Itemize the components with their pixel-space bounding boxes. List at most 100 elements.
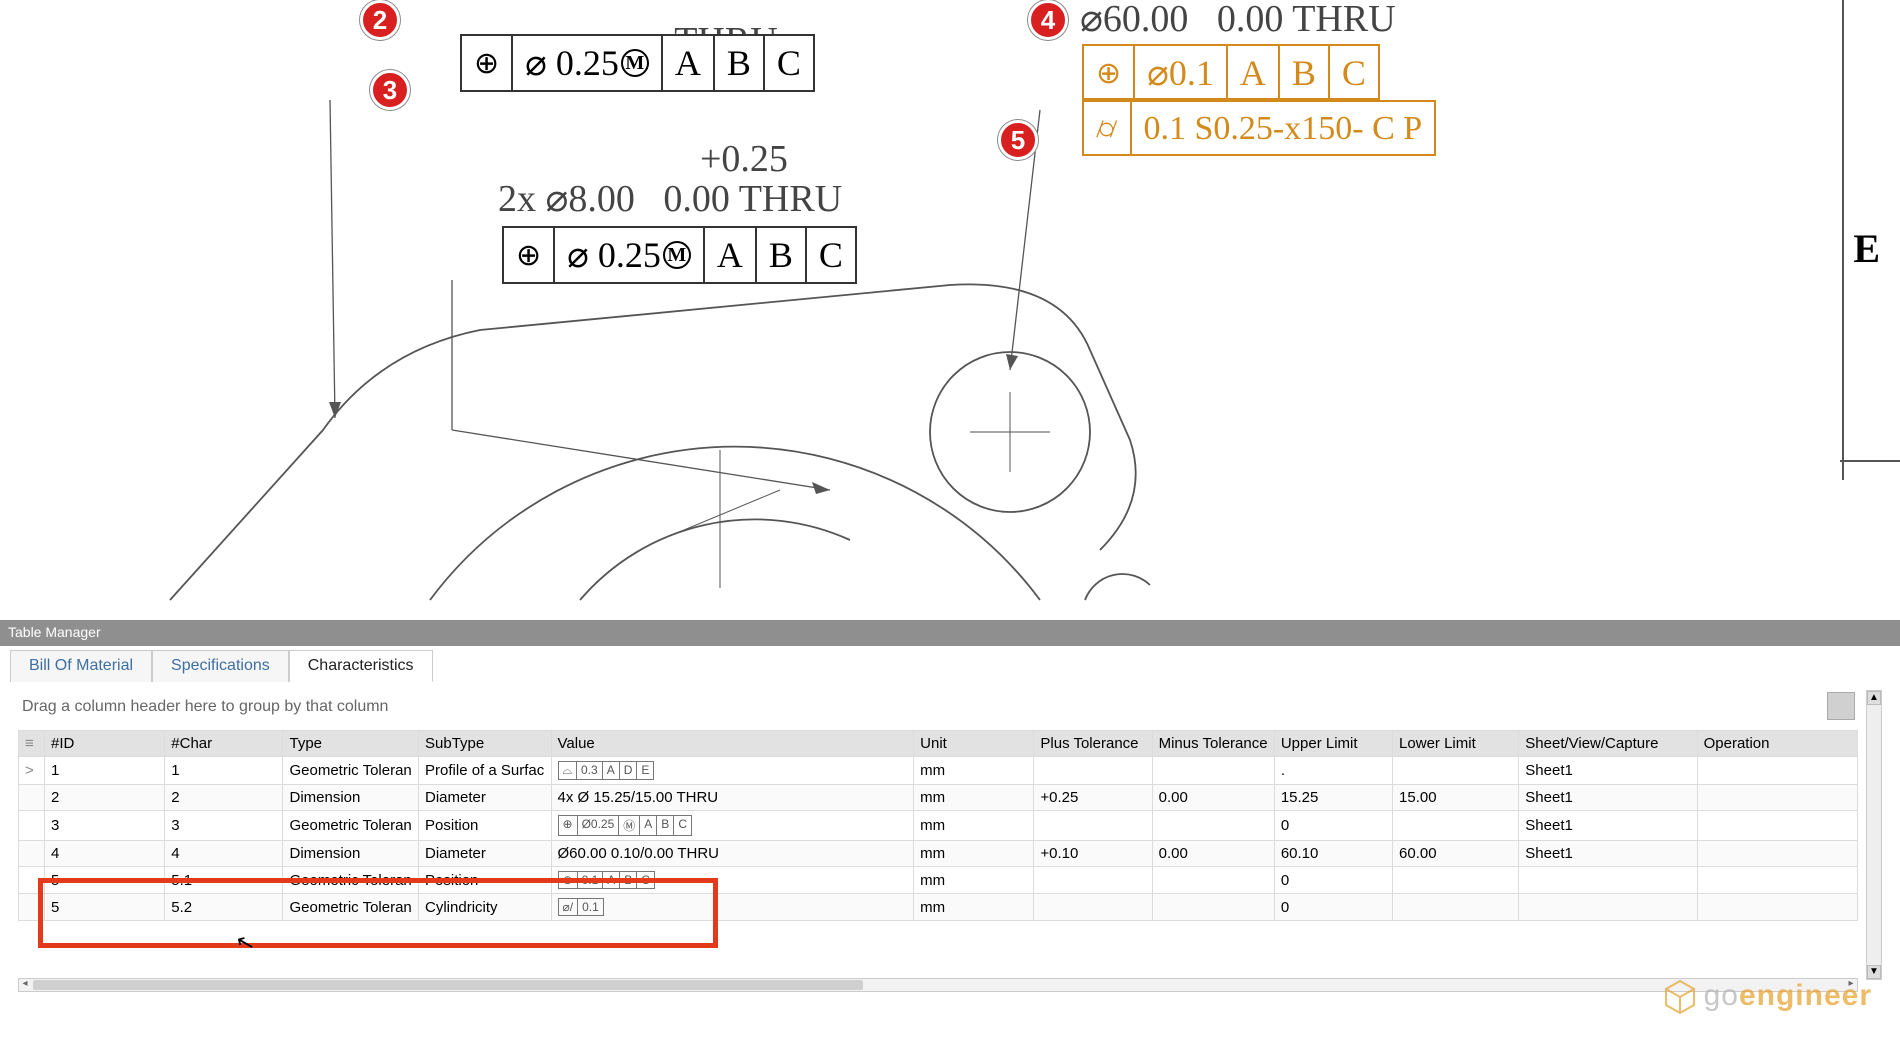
tab-specs[interactable]: Specifications <box>152 650 289 682</box>
table-cell[interactable]: 0 <box>1274 811 1392 841</box>
table-cell[interactable]: Sheet1 <box>1519 841 1697 867</box>
table-cell[interactable] <box>1393 867 1519 894</box>
table-cell[interactable]: Cylindricity <box>419 894 551 921</box>
table-cell[interactable]: mm <box>914 867 1034 894</box>
table-cell[interactable]: 60.10 <box>1274 841 1392 867</box>
table-cell[interactable]: Geometric Toleran <box>283 867 419 894</box>
drawing-canvas[interactable]: E 4x ⌀ 15.00 THRU +0.25 2x ⌀8.00 0.00 TH… <box>0 0 1900 620</box>
balloon-3[interactable]: 3 <box>370 70 410 110</box>
table-cell[interactable]: +0.10 <box>1034 841 1152 867</box>
table-cell[interactable]: Diameter <box>419 785 551 811</box>
table-cell[interactable] <box>1034 867 1152 894</box>
table-cell[interactable]: 2 <box>165 785 283 811</box>
group-by-hint[interactable]: Drag a column header here to group by th… <box>22 698 388 716</box>
col-subtype[interactable]: SubType <box>419 731 551 757</box>
table-row[interactable]: 33Geometric ToleranPosition⊕Ø0.25ⓂABCmm0… <box>19 811 1858 841</box>
row-selector-header[interactable]: ≡ <box>19 731 45 757</box>
fcf-60-position[interactable]: ⊕ ⌀0.1 A B C <box>1082 44 1380 100</box>
table-cell[interactable]: 1 <box>165 757 283 785</box>
table-cell[interactable] <box>1697 785 1857 811</box>
fcf-4x-position[interactable]: ⊕ ⌀ 0.25M A B C <box>460 34 815 92</box>
table-cell[interactable] <box>19 841 45 867</box>
table-row[interactable]: 44DimensionDiameterØ60.00 0.10/0.00 THRU… <box>19 841 1858 867</box>
table-cell[interactable]: 4x Ø 15.25/15.00 THRU <box>551 785 914 811</box>
table-cell[interactable] <box>1697 811 1857 841</box>
scroll-thumb[interactable] <box>33 980 863 990</box>
table-cell[interactable] <box>19 867 45 894</box>
table-scrollbar-horizontal[interactable]: ◂ ▸ <box>18 978 1858 992</box>
table-cell[interactable] <box>1393 811 1519 841</box>
table-cell[interactable]: > <box>19 757 45 785</box>
col-sheet[interactable]: Sheet/View/Capture <box>1519 731 1697 757</box>
table-cell[interactable]: 15.00 <box>1393 785 1519 811</box>
table-cell[interactable]: 0.00 <box>1152 785 1274 811</box>
table-cell[interactable]: 4 <box>165 841 283 867</box>
scroll-left-icon[interactable]: ◂ <box>19 979 31 991</box>
balloon-4[interactable]: 4 <box>1028 0 1068 40</box>
col-unit[interactable]: Unit <box>914 731 1034 757</box>
col-type[interactable]: Type <box>283 731 419 757</box>
table-cell[interactable] <box>1034 757 1152 785</box>
column-chooser-icon[interactable] <box>1827 692 1855 720</box>
table-cell[interactable] <box>19 811 45 841</box>
table-cell[interactable]: 60.00 <box>1393 841 1519 867</box>
table-cell[interactable]: +0.25 <box>1034 785 1152 811</box>
fcf-60-cylindricity[interactable]: ⌭ 0.1 S0.25-x150- C P <box>1082 100 1436 156</box>
table-cell[interactable] <box>1519 894 1697 921</box>
scroll-down-icon[interactable]: ▼ <box>1867 965 1881 979</box>
table-cell[interactable]: Geometric Toleran <box>283 811 419 841</box>
table-cell[interactable]: Geometric Toleran <box>283 757 419 785</box>
table-cell[interactable]: 3 <box>45 811 165 841</box>
col-value[interactable]: Value <box>551 731 914 757</box>
table-cell[interactable]: 5 <box>45 894 165 921</box>
balloon-2[interactable]: 2 <box>360 0 400 40</box>
table-cell[interactable]: 4 <box>45 841 165 867</box>
table-cell[interactable]: Ø60.00 0.10/0.00 THRU <box>551 841 914 867</box>
table-cell[interactable]: . <box>1274 757 1392 785</box>
table-cell[interactable]: Sheet1 <box>1519 811 1697 841</box>
table-cell[interactable]: 1 <box>45 757 165 785</box>
table-cell[interactable]: Position <box>419 811 551 841</box>
table-cell[interactable]: Profile of a Surfac <box>419 757 551 785</box>
col-lower[interactable]: Lower Limit <box>1393 731 1519 757</box>
table-row[interactable]: >11Geometric ToleranProfile of a Surfac⌓… <box>19 757 1858 785</box>
table-cell[interactable]: Geometric Toleran <box>283 894 419 921</box>
table-cell[interactable] <box>1034 894 1152 921</box>
table-cell[interactable]: Dimension <box>283 841 419 867</box>
panel-titlebar[interactable]: Table Manager <box>0 620 1900 646</box>
table-cell[interactable] <box>19 894 45 921</box>
table-cell[interactable]: Sheet1 <box>1519 757 1697 785</box>
table-cell[interactable] <box>1034 811 1152 841</box>
col-id[interactable]: #ID <box>45 731 165 757</box>
table-cell[interactable]: 2 <box>45 785 165 811</box>
table-cell[interactable] <box>1152 757 1274 785</box>
table-cell[interactable]: Position <box>419 867 551 894</box>
table-cell[interactable]: 15.25 <box>1274 785 1392 811</box>
table-cell[interactable] <box>19 785 45 811</box>
col-op[interactable]: Operation <box>1697 731 1857 757</box>
table-cell[interactable]: mm <box>914 757 1034 785</box>
table-cell[interactable]: ⌀/0.1 <box>551 894 914 921</box>
table-cell[interactable] <box>1697 867 1857 894</box>
table-cell[interactable]: 5 <box>45 867 165 894</box>
table-cell[interactable]: Dimension <box>283 785 419 811</box>
col-plus[interactable]: Plus Tolerance <box>1034 731 1152 757</box>
table-cell[interactable]: 3 <box>165 811 283 841</box>
table-cell[interactable]: Diameter <box>419 841 551 867</box>
col-upper[interactable]: Upper Limit <box>1274 731 1392 757</box>
table-cell[interactable] <box>1697 757 1857 785</box>
table-cell[interactable] <box>1152 894 1274 921</box>
fcf-2x-position[interactable]: ⊕ ⌀ 0.25M A B C <box>502 226 857 284</box>
table-cell[interactable]: ⊕Ø0.25ⓂABC <box>551 811 914 841</box>
table-cell[interactable]: mm <box>914 811 1034 841</box>
table-cell[interactable]: Sheet1 <box>1519 785 1697 811</box>
table-cell[interactable] <box>1152 811 1274 841</box>
table-row[interactable]: 55.2Geometric ToleranCylindricity⌀/0.1mm… <box>19 894 1858 921</box>
table-cell[interactable] <box>1393 894 1519 921</box>
table-cell[interactable]: ⌓0.3ADE <box>551 757 914 785</box>
table-cell[interactable]: mm <box>914 785 1034 811</box>
table-scrollbar-vertical[interactable]: ▲ ▼ <box>1866 690 1882 980</box>
table-cell[interactable] <box>1697 894 1857 921</box>
table-cell[interactable] <box>1393 757 1519 785</box>
characteristics-table[interactable]: ≡ #ID #Char Type SubType Value Unit Plus… <box>18 730 1858 921</box>
